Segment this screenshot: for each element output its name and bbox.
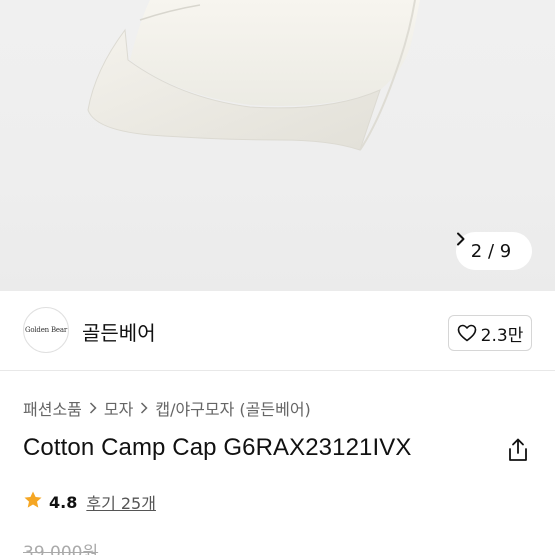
brand-name[interactable]: 골든베어	[82, 317, 156, 346]
image-counter[interactable]: 2 / 9	[456, 232, 532, 270]
brand-logo-text: Golden Bear	[24, 326, 67, 334]
brand-like-button[interactable]: 2.3만	[448, 315, 532, 351]
product-title: Cotton Camp Cap G6RAX23121IVX	[23, 434, 412, 461]
chevron-right-icon	[140, 399, 148, 418]
product-rating: 4.8 후기 25개	[23, 490, 156, 514]
share-icon[interactable]	[506, 437, 530, 463]
breadcrumb: 패션소품 모자 캡/야구모자 (골든베어)	[23, 396, 311, 420]
star-icon	[23, 490, 43, 514]
brand-row: Golden Bear 골든베어 2.3만	[0, 291, 555, 371]
product-image-gallery[interactable]: 2 / 9	[0, 0, 555, 291]
original-price: 39,000원	[23, 543, 99, 555]
brand-logo[interactable]: Golden Bear	[23, 307, 69, 353]
image-counter-text: 2 / 9	[470, 240, 512, 262]
chevron-right-icon	[89, 399, 97, 418]
reviews-link[interactable]: 후기 25개	[86, 490, 156, 514]
breadcrumb-item-category[interactable]: 패션소품	[23, 396, 82, 420]
brand-like-count: 2.3만	[480, 325, 524, 346]
breadcrumb-item-leaf[interactable]: 캡/야구모자 (골든베어)	[155, 396, 310, 420]
breadcrumb-item-subcategory[interactable]: 모자	[104, 396, 133, 420]
heart-outline-icon	[457, 324, 477, 342]
rating-score: 4.8	[49, 492, 78, 512]
